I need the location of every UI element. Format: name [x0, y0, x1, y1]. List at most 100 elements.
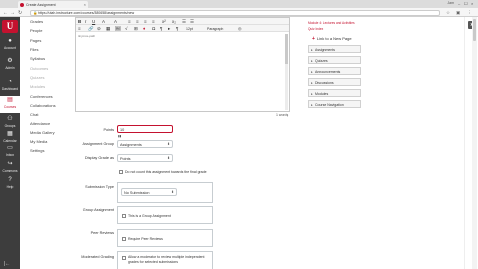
browser-user[interactable]: Jam — [447, 1, 454, 5]
align-left-button[interactable]: ≡ — [128, 19, 131, 25]
format-select[interactable]: Paragraph — [207, 26, 223, 32]
browser-tab-strip: Create Assignment × Jam – ☐ × — [0, 0, 478, 8]
new-page-link[interactable]: + Link to a New Page — [312, 36, 352, 42]
group-assignment-checkbox[interactable] — [122, 214, 126, 218]
back-icon[interactable]: ← — [3, 10, 8, 16]
points-input[interactable]: 10 — [117, 125, 173, 133]
course-nav-item-pages[interactable]: Pages — [30, 38, 41, 43]
course-nav-item-attendance[interactable]: Attendance — [30, 121, 50, 126]
reload-icon[interactable]: ↻ — [18, 10, 22, 16]
course-nav-item-syllabus[interactable]: Syllabus — [30, 56, 45, 61]
superscript-button[interactable]: x² — [162, 19, 166, 25]
close-window-icon[interactable]: × — [471, 1, 473, 6]
bold-button[interactable]: B — [78, 19, 81, 25]
special-char-icon[interactable]: Ω — [152, 26, 155, 32]
expand-icon[interactable]: ▸ — [168, 26, 170, 32]
course-nav-item-media-gallery[interactable]: Media Gallery — [30, 130, 55, 135]
nav-admin[interactable]: ⚙ Admin — [0, 58, 20, 70]
dashboard-icon: ◔ — [8, 79, 12, 85]
university-logo[interactable]: U — [2, 20, 18, 33]
course-nav-item-settings[interactable]: Settings — [30, 148, 44, 153]
bg-color-button[interactable]: A — [114, 19, 117, 25]
ltr-icon[interactable]: ¶ — [160, 26, 162, 32]
media-icon[interactable]: ⊞ — [134, 26, 138, 32]
browser-tab[interactable]: Create Assignment × — [18, 1, 88, 8]
peer-reviews-checkbox[interactable] — [122, 237, 126, 241]
subscript-button[interactable]: x₂ — [172, 19, 176, 25]
moderated-grading-checkbox[interactable] — [122, 256, 126, 260]
nav-calendar[interactable]: ▦ Calendar — [0, 131, 20, 143]
submission-type-box: No Submission ⬍ — [117, 182, 213, 203]
star-icon[interactable]: ☆ — [446, 10, 450, 16]
module-link[interactable]: Module 4: Lectures and Activities — [308, 21, 355, 25]
course-nav-item-quizzes[interactable]: Quizzes — [30, 75, 44, 80]
section-course-navigation[interactable]: ▸ Course Navigation — [308, 100, 361, 108]
nav-groups[interactable]: ⚇ Groups — [0, 116, 20, 128]
extension-icon[interactable]: ▣ — [456, 10, 460, 16]
align-center-button[interactable]: ≡ — [136, 19, 139, 25]
unlink-icon[interactable]: ⊘ — [97, 26, 101, 32]
course-nav-item-conferences[interactable]: Conferences — [30, 94, 53, 99]
caret-right-icon: ▸ — [311, 58, 313, 63]
quiz-index-link[interactable]: Quiz Index — [308, 27, 323, 31]
assignment-group-select[interactable]: Assignments ⬍ — [117, 140, 173, 148]
display-grade-select[interactable]: Points ⬍ — [117, 154, 173, 162]
menu-icon[interactable]: ⋮ — [467, 10, 472, 16]
forward-icon[interactable]: → — [10, 10, 15, 16]
nav-commons[interactable]: ↪ Commons — [0, 161, 20, 173]
points-value: 10 — [120, 127, 125, 132]
nav-dashboard[interactable]: ◔ Dashboard — [0, 79, 20, 91]
section-announcements[interactable]: ▸ Announcements — [308, 67, 361, 75]
page-scroll-thumb[interactable] — [473, 19, 476, 41]
section-modules[interactable]: ▸ Modules — [308, 89, 361, 97]
equation-icon[interactable]: √ — [125, 26, 127, 32]
font-size-select[interactable]: 12pt — [186, 26, 193, 32]
section-discussions[interactable]: ▸ Discussions — [308, 78, 361, 86]
resize-grip-icon[interactable]: ⁞ — [287, 114, 288, 118]
help-icon: ? — [8, 177, 12, 183]
course-nav-item-chat[interactable]: Chat — [30, 112, 38, 117]
text-color-button[interactable]: A — [102, 19, 105, 25]
course-nav-item-modules[interactable]: Modules — [30, 84, 45, 89]
record-icon[interactable]: ♦ — [143, 26, 145, 32]
accessibility-icon[interactable]: ◎ — [238, 26, 242, 32]
minimize-icon[interactable]: – — [458, 1, 460, 6]
course-nav-item-outcomes[interactable]: Outcomes — [30, 66, 48, 71]
dont-count-checkbox[interactable] — [119, 170, 123, 174]
numbered-list-button[interactable]: ☰ — [190, 19, 194, 25]
maximize-icon[interactable]: ☐ — [464, 1, 468, 6]
page-scrollbar[interactable] — [472, 17, 477, 269]
submission-type-select[interactable]: No Submission ⬍ — [121, 188, 177, 196]
editor-path: tinymce-path — [78, 34, 96, 38]
nav-inbox[interactable]: ▭ Inbox — [0, 145, 20, 157]
course-nav-item-grades[interactable]: Grades — [30, 19, 43, 24]
course-nav-item-files[interactable]: Files — [30, 47, 38, 52]
groups-icon: ⚇ — [7, 116, 13, 122]
course-nav-item-collaborations[interactable]: Collaborations — [30, 103, 56, 108]
tab-close-icon[interactable]: × — [84, 2, 86, 7]
editor-scrollbar[interactable] — [285, 34, 288, 110]
section-quizzes[interactable]: ▸ Quizzes — [308, 56, 361, 64]
italic-button[interactable]: I — [85, 19, 86, 25]
course-nav-item-my-media[interactable]: My Media — [30, 139, 47, 144]
table-icon[interactable]: ▦ — [106, 26, 110, 32]
image-icon[interactable]: 🖼 — [115, 26, 121, 32]
indent-button[interactable]: ≡ — [78, 26, 81, 32]
submission-type-label: Submission Type — [85, 185, 114, 189]
align-right-button[interactable]: ≡ — [144, 19, 147, 25]
link-icon[interactable]: 🔗 — [88, 26, 94, 32]
editor-scroll-thumb[interactable] — [285, 34, 288, 64]
global-nav: U ● Account ⚙ Admin ◔ Dashboard ▤ Course… — [0, 17, 20, 269]
address-bar[interactable]: 🔒 https://utah.instructure.com/courses/3… — [30, 9, 440, 16]
collapse-nav-icon[interactable]: |← — [4, 261, 10, 267]
nav-account[interactable]: ● Account — [0, 38, 20, 50]
bullet-list-button[interactable]: ☰ — [182, 19, 186, 25]
nav-help[interactable]: ? Help — [0, 177, 20, 189]
plus-icon: + — [312, 36, 315, 42]
course-nav-item-people[interactable]: People — [30, 28, 42, 33]
nav-courses[interactable]: ▤ Courses — [0, 96, 20, 113]
underline-button[interactable]: U — [92, 19, 95, 25]
section-assignments[interactable]: ▸ Assignments — [308, 45, 361, 53]
rtl-icon[interactable]: ¶ — [176, 26, 178, 32]
justify-button[interactable]: ≡ — [152, 19, 155, 25]
